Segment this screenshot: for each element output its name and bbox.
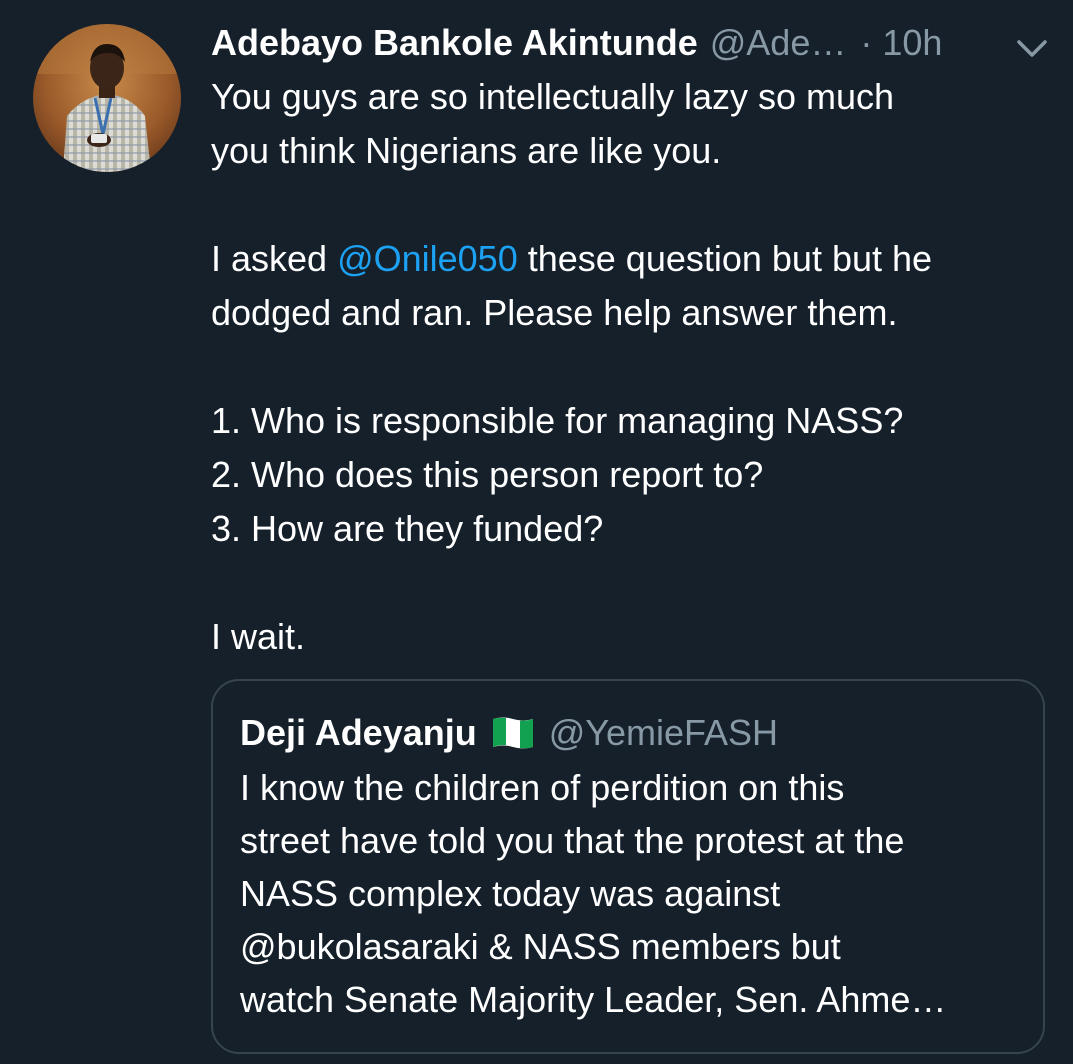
question-item: 3. How are they funded? [211,508,604,549]
quoted-tweet-text: I know the children of perdition on this… [240,761,1030,1026]
quoted-tweet-line: NASS complex today was against [240,873,781,914]
question-item: 1. Who is responsible for managing NASS? [211,400,904,441]
quoted-author-handle: @YemieFASH [548,712,779,753]
tweet-header: Adebayo Bankole Akintunde @Ade… · 10h [211,18,1051,68]
tweet-text-fragment: these question but but he [517,238,933,279]
timestamp[interactable]: 10h [882,22,942,64]
tweet-line: You guys are so intellectually lazy so m… [211,76,895,117]
avatar[interactable] [33,24,181,172]
nigeria-flag-icon [491,715,535,751]
tweet[interactable]: Adebayo Bankole Akintunde @Ade… · 10h Yo… [0,0,1073,1064]
tweet-line: dodged and ran. Please help answer them. [211,292,898,333]
quoted-tweet-line: street have told you that the protest at… [240,820,905,861]
separator-dot: · [860,22,873,63]
quoted-author-name: Deji Adeyanju [240,712,477,753]
mention-link[interactable]: @Onile050 [337,238,518,279]
tweet-line: I wait. [211,616,306,657]
tweet-line: you think Nigerians are like you. [211,130,722,171]
quoted-tweet-line: @bukolasaraki & NASS members but [240,926,841,967]
avatar-photo [33,24,181,172]
quoted-tweet-header: Deji Adeyanju @YemieFASH [240,709,778,757]
author-name[interactable]: Adebayo Bankole Akintunde [211,22,698,64]
question-item: 2. Who does this person report to? [211,454,764,495]
chevron-down-icon[interactable] [1012,28,1052,68]
quoted-tweet-line: watch Senate Majority Leader, Sen. Ahme… [240,979,947,1020]
author-handle[interactable]: @Ade… [710,22,847,64]
quoted-tweet[interactable]: Deji Adeyanju @YemieFASH I know the chil… [211,679,1045,1054]
tweet-text: You guys are so intellectually lazy so m… [211,70,1041,664]
tweet-line: I asked @Onile050 these question but but… [211,232,1041,286]
tweet-text-fragment: I asked [211,238,338,279]
quoted-tweet-line: I know the children of perdition on this [240,767,845,808]
